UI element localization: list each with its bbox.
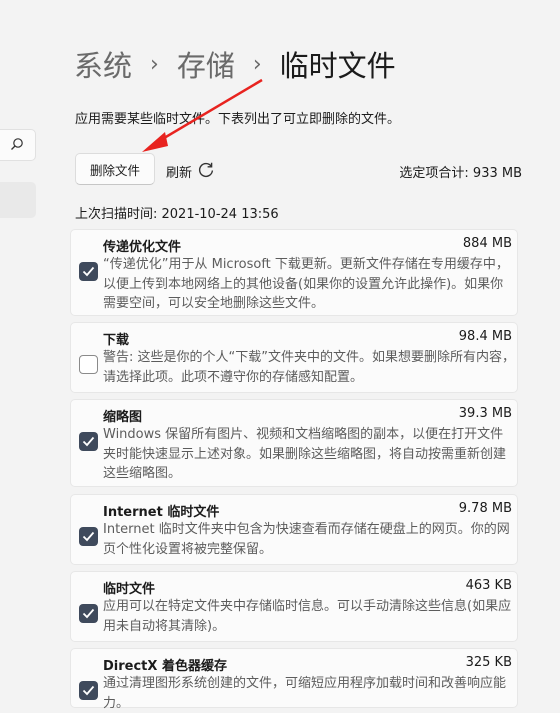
annotation-arrow-shaft [153, 78, 263, 146]
annotation-arrow-head [142, 132, 168, 152]
annotation-arrow [142, 78, 263, 152]
